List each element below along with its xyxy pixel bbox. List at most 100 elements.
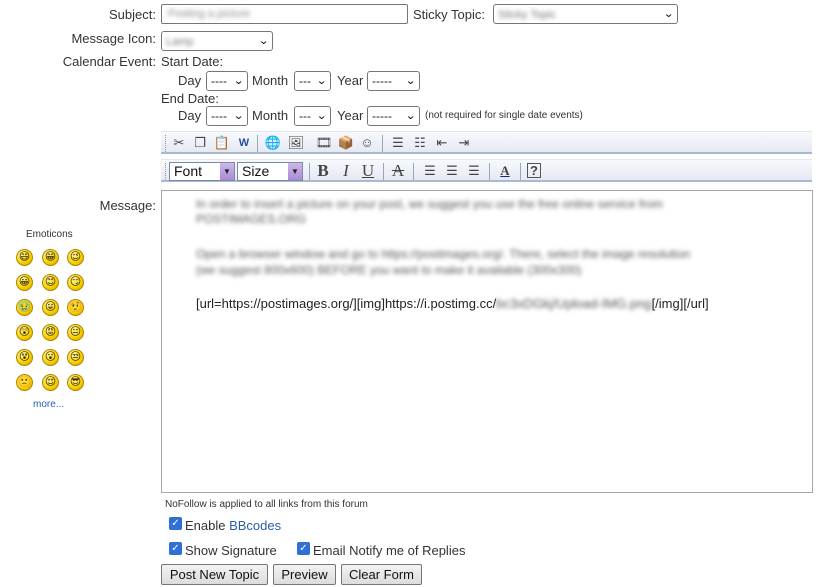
end-year-select[interactable]: ----- ⌄: [367, 106, 420, 126]
emoticon-icon[interactable]: ☺: [358, 134, 376, 152]
help-icon[interactable]: ?: [527, 163, 541, 178]
end-month-select[interactable]: --- ⌄: [294, 106, 331, 126]
emoticon-icon[interactable]: 😊: [42, 274, 59, 291]
font-color-icon[interactable]: A: [496, 162, 514, 180]
align-right-icon[interactable]: ☰: [465, 162, 483, 180]
emoticon-icon[interactable]: 😄: [16, 249, 33, 266]
emoticon-icon[interactable]: 🙁: [16, 374, 33, 391]
chevron-down-icon: ⌄: [662, 8, 674, 20]
toolbar-separator: [413, 163, 414, 180]
chevron-down-icon: ⌄: [257, 35, 269, 47]
bbcodes-link[interactable]: BBcodes: [229, 518, 281, 533]
indent-icon[interactable]: ⇥: [455, 134, 473, 152]
chevron-down-icon: ▼: [288, 163, 302, 180]
end-month-label: Month: [252, 108, 289, 123]
chevron-down-icon: ▼: [220, 163, 234, 180]
emoticon-icon[interactable]: 😉: [67, 249, 84, 266]
preview-button[interactable]: Preview: [273, 564, 336, 585]
strikethrough-icon[interactable]: A: [389, 162, 407, 180]
message-line-1b: POSTIMAGES.ORG: [196, 212, 307, 226]
emoticons-title: Emoticons: [26, 229, 73, 240]
paste-icon[interactable]: 📋: [213, 134, 231, 152]
bold-icon[interactable]: B: [314, 162, 332, 180]
size-select-value: Size: [242, 163, 270, 179]
sticky-topic-select[interactable]: Sticky Topic ⌄: [493, 4, 678, 24]
enable-bbcodes-checkbox[interactable]: ✓: [169, 517, 182, 530]
message-editor[interactable]: In order to insert a picture on your pos…: [161, 190, 813, 493]
start-day-select[interactable]: ---- ⌄: [206, 71, 248, 91]
chevron-down-icon: ⌄: [232, 110, 244, 122]
more-emoticons-link[interactable]: more...: [33, 399, 64, 410]
start-day-label: Day: [178, 73, 202, 88]
emoticon-icon[interactable]: 😏: [67, 274, 84, 291]
font-select[interactable]: Font ▼: [169, 162, 235, 181]
align-left-icon[interactable]: ☰: [421, 162, 439, 180]
emoticon-icon[interactable]: 😐: [67, 324, 84, 341]
outdent-icon[interactable]: ⇤: [433, 134, 451, 152]
emoticon-icon[interactable]: 😛: [42, 299, 59, 316]
subject-input[interactable]: Posting a picture: [161, 4, 408, 24]
copy-icon[interactable]: ❐: [191, 134, 209, 152]
code-suffix: [/img][/url]: [651, 296, 709, 311]
email-notify-checkbox[interactable]: ✓: [297, 542, 310, 555]
emoticon-icon[interactable]: 🤢: [16, 299, 33, 316]
word-paste-icon[interactable]: W: [235, 134, 253, 152]
emoticon-icon[interactable]: 🤨: [67, 299, 84, 316]
clear-form-button[interactable]: Clear Form: [341, 564, 422, 585]
emoticon-icon[interactable]: 😌: [42, 374, 59, 391]
enable-text: Enable: [185, 518, 230, 533]
message-icon-select[interactable]: Lamp ⌄: [161, 31, 273, 51]
image-icon[interactable]: 🖼: [287, 134, 305, 152]
toolbar-grip: [165, 135, 168, 152]
toolbar-separator: [520, 163, 521, 180]
emoticon-icon[interactable]: 😒: [67, 349, 84, 366]
end-year-value: -----: [372, 109, 392, 123]
end-month-value: ---: [299, 109, 311, 123]
unordered-list-icon[interactable]: ☷: [411, 134, 429, 152]
emoticon-icon[interactable]: 😁: [42, 249, 59, 266]
underline-icon[interactable]: U: [359, 162, 377, 180]
start-month-select[interactable]: --- ⌄: [294, 71, 331, 91]
editor-toolbar-1: ✂ ❐ 📋 W 🌐 🖼 🎞 📦 ☺ ☰ ☷ ⇤ ⇥: [161, 131, 812, 154]
emoticon-icon[interactable]: 😵: [16, 349, 33, 366]
cut-icon[interactable]: ✂: [170, 134, 188, 152]
size-select[interactable]: Size ▼: [237, 162, 303, 181]
end-day-select[interactable]: ---- ⌄: [206, 106, 248, 126]
toolbar-separator: [383, 163, 384, 180]
toolbar-grip: [165, 163, 168, 180]
emoticon-icon[interactable]: 😀: [16, 274, 33, 291]
chevron-down-icon: ⌄: [315, 75, 327, 87]
sticky-topic-label: Sticky Topic:: [413, 7, 486, 22]
nofollow-note: NoFollow is applied to all links from th…: [165, 499, 368, 510]
enable-bbcodes-label: Enable BBcodes: [185, 518, 281, 533]
start-year-value: -----: [372, 74, 392, 88]
subject-label: Subject:: [109, 7, 156, 22]
message-code-line: [url=https://postimages.org/][img]https:…: [196, 296, 709, 311]
emoticon-icon[interactable]: 😲: [16, 324, 33, 341]
emoticon-icon[interactable]: 😎: [67, 374, 84, 391]
align-center-icon[interactable]: ☰: [443, 162, 461, 180]
video-icon[interactable]: 🎞: [315, 134, 333, 152]
start-day-value: ----: [211, 74, 227, 88]
link-icon[interactable]: 🌐: [264, 134, 282, 152]
message-line-2b: (we suggest 800x600) BEFORE you want to …: [196, 263, 582, 277]
chevron-down-icon: ⌄: [404, 75, 416, 87]
editor-toolbar-2: Font ▼ Size ▼ B I U A ☰ ☰ ☰ A ?: [161, 159, 812, 182]
emoticon-icon[interactable]: 😡: [42, 324, 59, 341]
toolbar-separator: [489, 163, 490, 180]
end-date-label: End Date:: [161, 91, 219, 106]
flash-icon[interactable]: 📦: [337, 134, 355, 152]
chevron-down-icon: ⌄: [315, 110, 327, 122]
calendar-event-label: Calendar Event:: [62, 54, 156, 69]
start-year-label: Year: [337, 73, 364, 88]
italic-icon[interactable]: I: [337, 162, 355, 180]
end-day-value: ----: [211, 109, 227, 123]
start-year-select[interactable]: ----- ⌄: [367, 71, 420, 91]
show-signature-checkbox[interactable]: ✓: [169, 542, 182, 555]
emoticon-icon[interactable]: 😮: [42, 349, 59, 366]
chevron-down-icon: ⌄: [404, 110, 416, 122]
code-blurred: bc3xDGkj/Upload-IMG.png: [496, 296, 652, 311]
ordered-list-icon[interactable]: ☰: [389, 134, 407, 152]
toolbar-separator: [257, 135, 258, 152]
post-new-topic-button[interactable]: Post New Topic: [161, 564, 268, 585]
